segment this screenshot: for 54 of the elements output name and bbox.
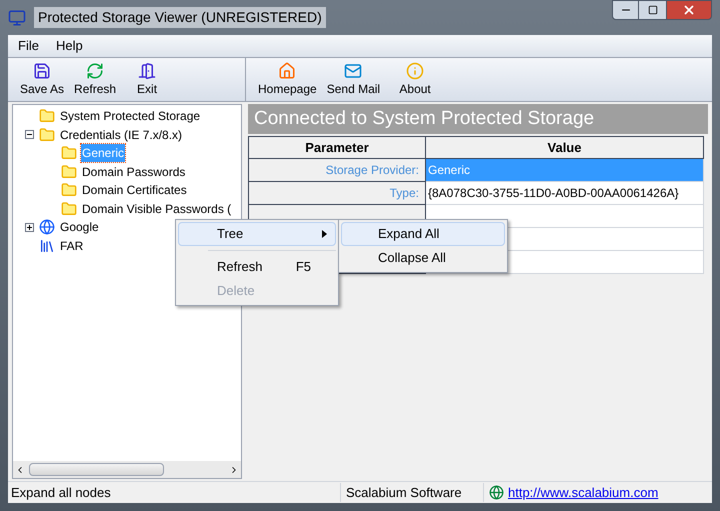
folder-icon (61, 200, 77, 217)
context-menu-item[interactable]: Refresh F5 (178, 255, 336, 279)
context-menu-item[interactable]: Tree (178, 222, 336, 246)
website-link[interactable]: http://www.scalabium.com (508, 482, 658, 502)
envelope-icon (344, 62, 362, 80)
folder-icon (61, 164, 77, 180)
window-title: Protected Storage Viewer (UNREGISTERED) (34, 7, 326, 28)
globe-icon (489, 485, 504, 500)
toolbar-button[interactable]: Save As (16, 62, 68, 98)
collapse-toggle[interactable] (24, 130, 34, 140)
storage-node[interactable]: Domain Passwords (81, 162, 186, 181)
submenu-item[interactable]: Expand All (341, 222, 505, 246)
house-icon (278, 62, 296, 80)
storage-node[interactable]: Credentials (IE 7.x/8.x) (59, 126, 184, 144)
storage-node[interactable]: Domain Certificates (81, 181, 188, 200)
books-icon (39, 238, 55, 254)
toolbar-button[interactable]: Homepage (254, 62, 321, 98)
folder-icon (61, 145, 77, 162)
door-icon (138, 62, 156, 80)
refresh-icon (86, 62, 104, 80)
close-icon (682, 3, 696, 17)
menu-item[interactable]: Help (56, 36, 83, 56)
toolbar-button[interactable]: About (386, 62, 444, 98)
toolbar-button[interactable]: Send Mail (322, 62, 384, 98)
maximize-icon (648, 5, 658, 15)
expand-toggle[interactable] (24, 222, 34, 232)
horizontal-scrollbar[interactable] (13, 461, 241, 478)
storage-node[interactable]: Google (59, 218, 100, 236)
close-button[interactable] (666, 0, 712, 20)
status-message: Expand all nodes (10, 484, 112, 502)
toolbar-button[interactable]: Refresh (70, 62, 120, 98)
app-icon (8, 8, 26, 26)
folder-icon (61, 182, 77, 198)
maximize-button[interactable] (639, 0, 666, 20)
value-cell: {8A078C30-3755-11D0-A0BD-00AA0061426A} (426, 182, 704, 204)
submenu-item[interactable]: Collapse All (341, 246, 505, 270)
folder-icon (39, 126, 55, 143)
minimize-button[interactable] (612, 0, 639, 20)
parameter-cell: Type: (248, 182, 426, 204)
value-cell: Generic (426, 158, 704, 182)
storage-node[interactable]: FAR (59, 236, 84, 255)
folder-icon (39, 108, 55, 124)
company-name: Scalabium Software (340, 482, 483, 502)
storage-node[interactable]: System Protected Storage (59, 107, 202, 126)
globe-icon (39, 219, 55, 236)
toolbar-button[interactable]: Exit (122, 62, 172, 98)
storage-node[interactable]: Domain Visible Passwords ( (81, 200, 232, 218)
connection-header: Connected to System Protected Storage (248, 104, 708, 134)
column-header[interactable]: Value (426, 136, 704, 158)
submenu-arrow-icon (322, 230, 327, 238)
menu-item[interactable]: File (18, 36, 39, 56)
info-icon (406, 62, 424, 80)
parameter-cell: Storage Provider: (248, 158, 426, 182)
column-header[interactable]: Parameter (248, 136, 426, 158)
